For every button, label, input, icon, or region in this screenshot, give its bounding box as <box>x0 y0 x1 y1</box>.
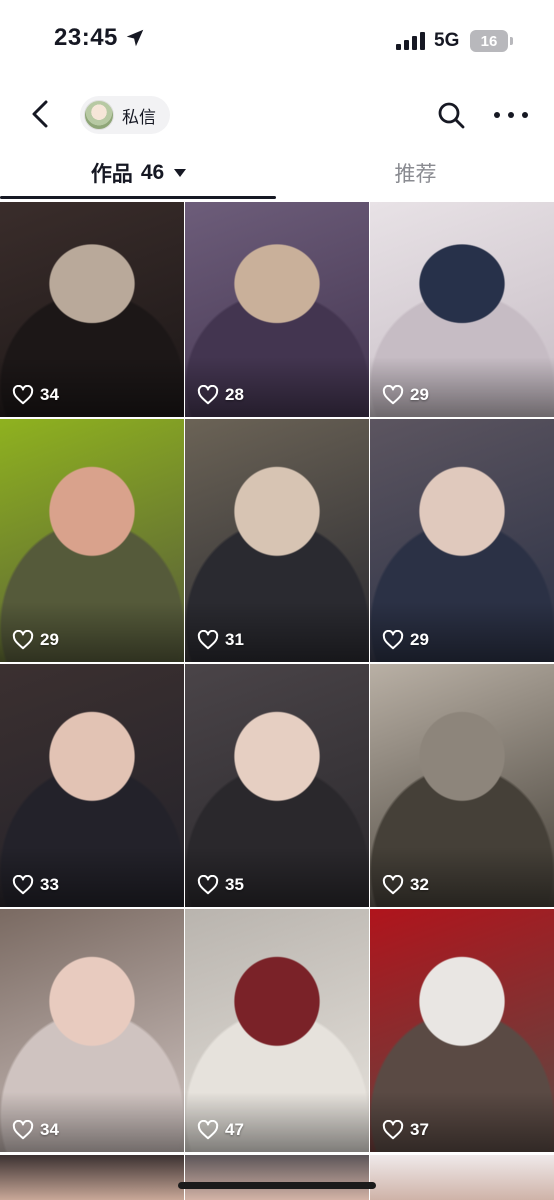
tab-works-label: 作品 <box>90 163 133 186</box>
avatar <box>84 100 114 130</box>
tab-bar: 作品 46 推荐 <box>0 148 554 202</box>
search-icon[interactable] <box>436 100 466 130</box>
heart-outline-icon <box>382 1120 404 1140</box>
video-thumbnail-partial[interactable] <box>370 1155 554 1200</box>
like-count-value: 35 <box>225 875 244 894</box>
dm-button[interactable]: 私信 <box>80 96 170 134</box>
heart-outline-icon <box>382 630 404 650</box>
like-count-value: 47 <box>225 1120 244 1139</box>
like-count-value: 29 <box>40 630 59 649</box>
video-thumbnail[interactable]: 31 <box>185 419 369 662</box>
network-label: 5G <box>434 30 460 51</box>
video-thumbnail[interactable]: 33 <box>0 664 184 907</box>
tab-recommend[interactable]: 推荐 <box>277 148 554 198</box>
video-thumbnail[interactable]: 47 <box>185 909 369 1152</box>
like-count-value: 33 <box>40 875 59 894</box>
video-thumbnail[interactable]: 35 <box>185 664 369 907</box>
more-dot-icon <box>508 112 514 118</box>
heart-outline-icon <box>12 385 34 405</box>
heart-outline-icon <box>12 630 34 650</box>
video-thumbnail[interactable]: 32 <box>370 664 554 907</box>
video-thumbnail[interactable]: 37 <box>370 909 554 1152</box>
heart-outline-icon <box>12 1120 34 1140</box>
video-thumbnail[interactable]: 29 <box>370 419 554 662</box>
video-thumbnail[interactable]: 34 <box>0 202 184 417</box>
active-tab-indicator <box>0 196 276 199</box>
more-dot-icon <box>494 112 500 118</box>
tab-works[interactable]: 作品 46 <box>0 148 277 198</box>
like-count: 35 <box>197 875 244 895</box>
status-time: 23:45 <box>54 24 118 51</box>
chevron-left-icon <box>32 100 48 128</box>
like-count: 28 <box>197 385 244 405</box>
heart-outline-icon <box>12 875 34 895</box>
heart-outline-icon <box>382 385 404 405</box>
like-count: 29 <box>12 630 59 650</box>
like-count: 34 <box>12 385 59 405</box>
heart-outline-icon <box>197 385 219 405</box>
tab-recommend-label: 推荐 <box>394 163 437 186</box>
heart-outline-icon <box>382 875 404 895</box>
like-count: 32 <box>382 875 429 895</box>
video-thumbnail-partial[interactable] <box>185 1155 369 1200</box>
like-count-value: 37 <box>410 1120 429 1139</box>
video-thumbnail[interactable]: 28 <box>185 202 369 417</box>
next-row-partial <box>0 1155 554 1200</box>
nav-bar: 私信 <box>0 84 554 148</box>
like-count: 37 <box>382 1120 429 1140</box>
like-count: 34 <box>12 1120 59 1140</box>
video-thumbnail[interactable]: 29 <box>0 419 184 662</box>
status-time-group: 23:45 <box>54 24 146 52</box>
home-indicator <box>178 1182 376 1189</box>
like-count-value: 32 <box>410 875 429 894</box>
battery-icon: 16 <box>470 30 513 52</box>
like-count: 31 <box>197 630 244 650</box>
more-options-button[interactable] <box>494 100 528 130</box>
like-count: 33 <box>12 875 59 895</box>
heart-outline-icon <box>197 630 219 650</box>
back-button[interactable] <box>22 96 58 132</box>
like-count-value: 34 <box>40 1120 59 1139</box>
caret-down-icon <box>174 169 187 177</box>
tab-works-count: 46 <box>140 161 165 184</box>
like-count: 29 <box>382 630 429 650</box>
heart-outline-icon <box>197 875 219 895</box>
dm-label: 私信 <box>122 107 156 127</box>
video-grid: 34 28 29 29 31 29 33 35 32 34 47 37 <box>0 202 554 1152</box>
heart-outline-icon <box>197 1120 219 1140</box>
battery-level: 16 <box>480 32 498 50</box>
like-count-value: 29 <box>410 630 429 649</box>
signal-icon <box>396 32 425 50</box>
like-count-value: 34 <box>40 385 59 404</box>
location-arrow-icon <box>126 29 144 47</box>
video-thumbnail[interactable]: 29 <box>370 202 554 417</box>
video-thumbnail[interactable]: 34 <box>0 909 184 1152</box>
status-bar: 23:45 5G 16 <box>0 0 554 84</box>
more-dot-icon <box>522 112 528 118</box>
like-count-value: 28 <box>225 385 244 404</box>
like-count-value: 31 <box>225 630 244 649</box>
like-count-value: 29 <box>410 385 429 404</box>
video-thumbnail-partial[interactable] <box>0 1155 184 1200</box>
like-count: 47 <box>197 1120 244 1140</box>
like-count: 29 <box>382 385 429 405</box>
